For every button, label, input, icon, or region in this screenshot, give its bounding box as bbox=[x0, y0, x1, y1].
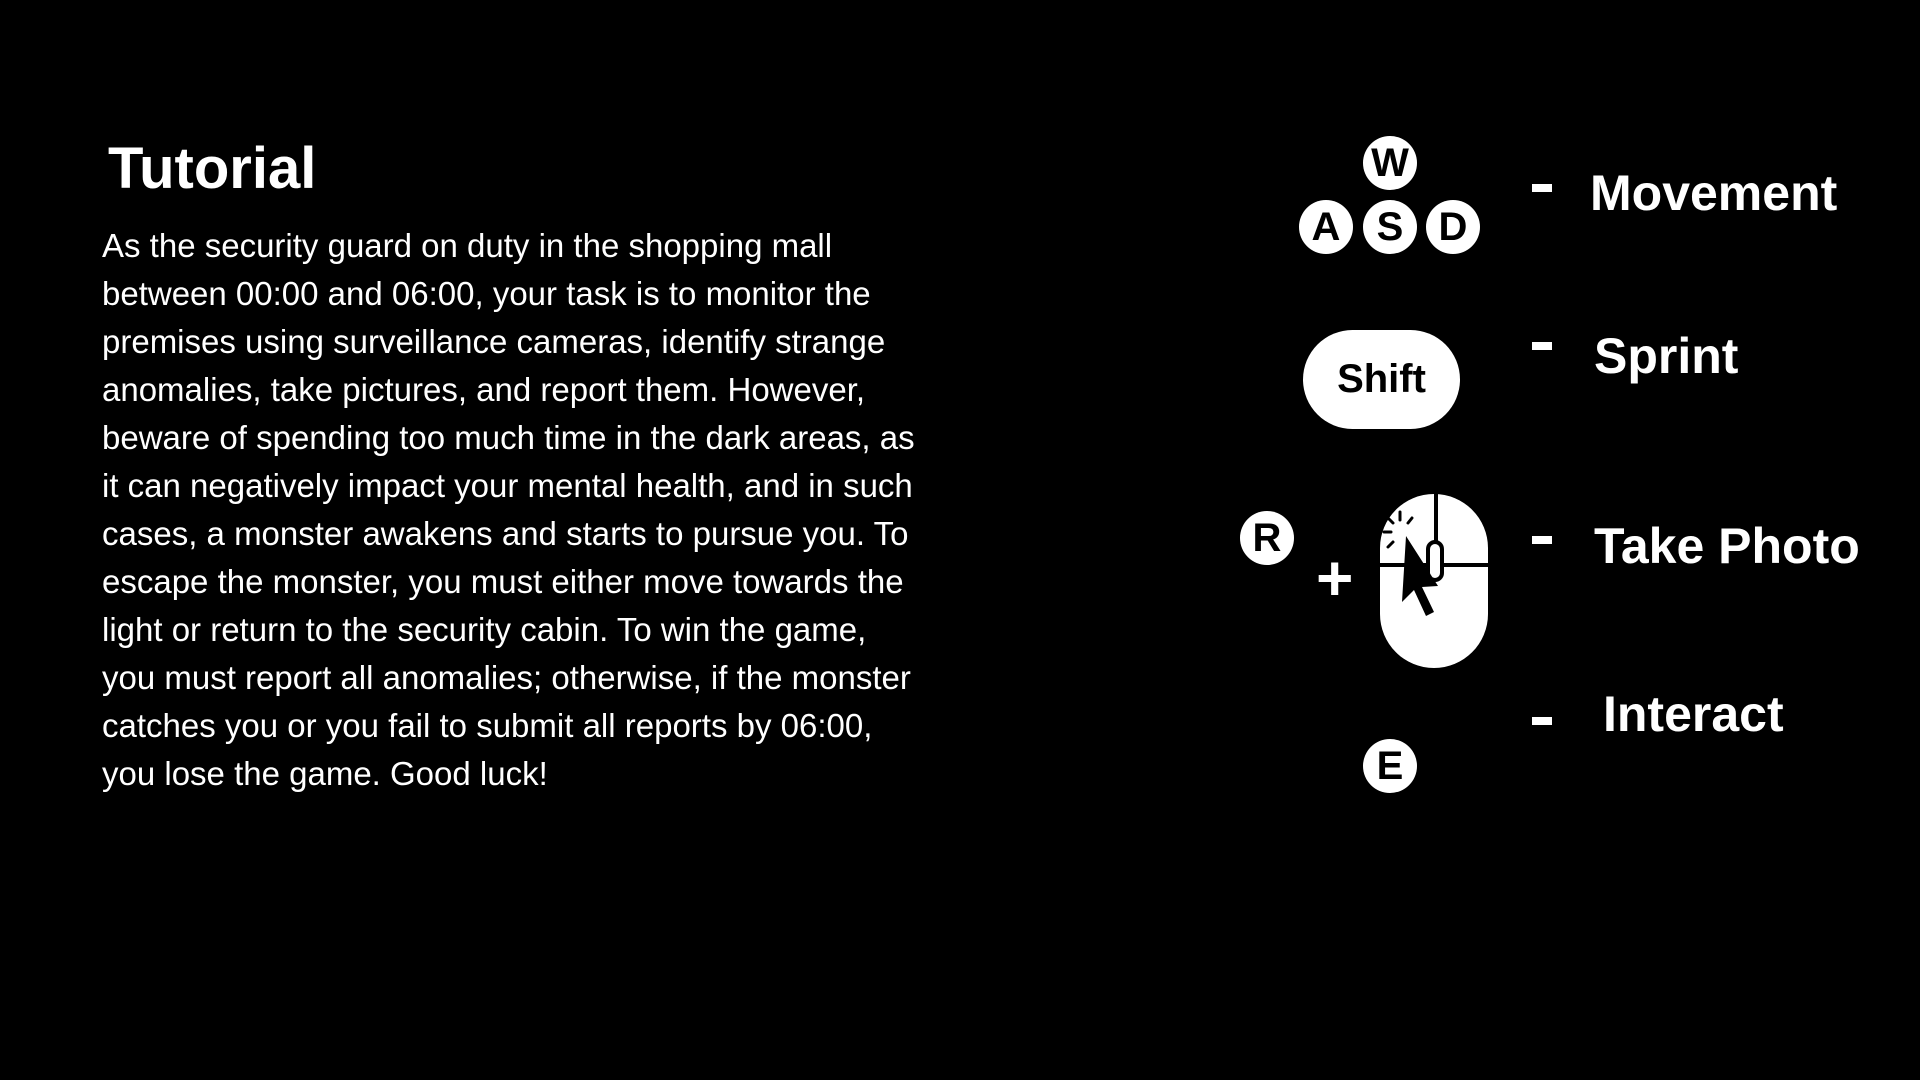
text-line: you must report all anomalies; otherwise… bbox=[102, 659, 911, 696]
text-line: between 00:00 and 06:00, your task is to… bbox=[102, 275, 871, 312]
plus-sign: + bbox=[1316, 542, 1354, 614]
mouse-left-click-icon bbox=[1380, 494, 1488, 668]
key-a: A bbox=[1299, 200, 1353, 254]
key-d: D bbox=[1426, 200, 1480, 254]
separator-dash bbox=[1532, 536, 1552, 544]
key-w: W bbox=[1363, 136, 1417, 190]
text-line: As the security guard on duty in the sho… bbox=[102, 227, 833, 264]
label-take-photo: Take Photo bbox=[1594, 518, 1860, 574]
tutorial-title: Tutorial bbox=[108, 136, 317, 201]
label-interact: Interact bbox=[1603, 686, 1784, 742]
label-sprint: Sprint bbox=[1594, 328, 1739, 384]
key-e: E bbox=[1363, 739, 1417, 793]
label-movement: Movement bbox=[1590, 165, 1838, 221]
key-shift: Shift bbox=[1303, 330, 1460, 429]
tutorial-text: As the security guard on duty in the sho… bbox=[102, 222, 915, 798]
key-s: S bbox=[1363, 200, 1417, 254]
separator-dash bbox=[1532, 342, 1552, 350]
text-line: anomalies, take pictures, and report the… bbox=[102, 371, 866, 408]
separator-dash bbox=[1532, 717, 1552, 725]
text-line: beware of spending too much time in the … bbox=[102, 419, 915, 456]
key-r: R bbox=[1240, 511, 1294, 565]
text-line: catches you or you fail to submit all re… bbox=[102, 707, 873, 744]
text-line: escape the monster, you must either move… bbox=[102, 563, 904, 600]
text-line: premises using surveillance cameras, ide… bbox=[102, 323, 886, 360]
text-line: cases, a monster awakens and starts to p… bbox=[102, 515, 909, 552]
text-line: light or return to the security cabin. T… bbox=[102, 611, 867, 648]
text-line: it can negatively impact your mental hea… bbox=[102, 467, 913, 504]
separator-dash bbox=[1532, 184, 1552, 192]
text-line: you lose the game. Good luck! bbox=[102, 755, 548, 792]
